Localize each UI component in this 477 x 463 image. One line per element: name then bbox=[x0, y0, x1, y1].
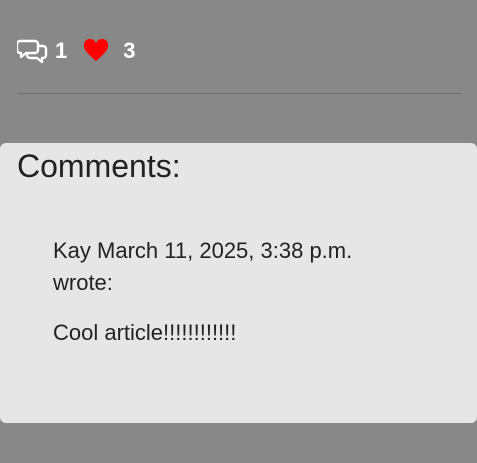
comment-count: 1 bbox=[55, 38, 68, 63]
comments-heading: Comments: bbox=[17, 148, 181, 184]
comment-date: March 11, 2025, 3:38 p.m. bbox=[97, 238, 353, 263]
comments-icon bbox=[17, 38, 49, 64]
comment-author: Kay bbox=[53, 238, 91, 263]
comment-meta: Kay March 11, 2025, 3:38 p.m. wrote: bbox=[53, 235, 393, 299]
comment-item: Kay March 11, 2025, 3:38 p.m. wrote: Coo… bbox=[53, 235, 393, 349]
divider bbox=[17, 93, 461, 94]
heart-icon[interactable] bbox=[83, 39, 109, 63]
comment-verb: wrote: bbox=[53, 270, 113, 295]
like-count: 3 bbox=[123, 38, 136, 63]
comments-stat: 1 bbox=[17, 38, 67, 64]
comment-body: Cool article!!!!!!!!!!!! bbox=[53, 320, 237, 345]
comments-panel: Comments: Kay March 11, 2025, 3:38 p.m. … bbox=[0, 143, 477, 423]
post-stats: 1 3 bbox=[17, 36, 136, 66]
likes-stat[interactable]: 3 bbox=[83, 38, 136, 63]
